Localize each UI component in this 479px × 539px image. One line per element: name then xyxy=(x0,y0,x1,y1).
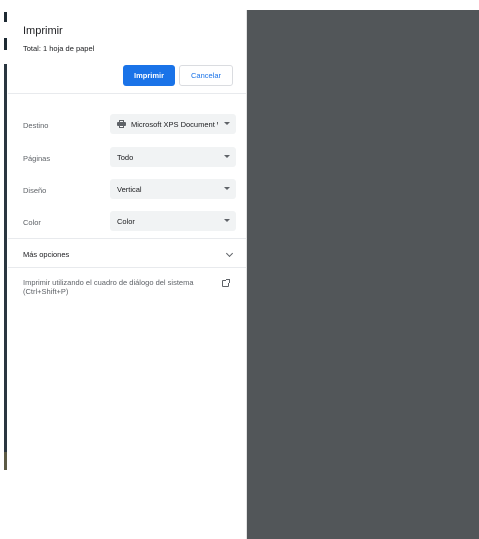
background-edge-mark xyxy=(4,64,7,452)
print-dialog-window: Imprimir Total: 1 hoja de papel Imprimir… xyxy=(0,0,479,539)
destination-label: Destino xyxy=(23,121,49,130)
divider xyxy=(8,93,246,94)
pages-label: Páginas xyxy=(23,154,51,163)
caret-down-icon xyxy=(224,219,230,222)
print-preview-area xyxy=(247,10,479,539)
system-dialog-link[interactable]: Imprimir utilizando el cuadro de diálogo… xyxy=(8,276,246,306)
divider xyxy=(8,267,246,268)
divider xyxy=(8,238,246,239)
more-options-toggle[interactable]: Más opciones xyxy=(8,247,246,263)
color-label: Color xyxy=(23,218,41,227)
chevron-down-icon xyxy=(225,249,234,258)
dialog-title: Imprimir xyxy=(23,25,63,37)
print-button[interactable]: Imprimir xyxy=(123,65,175,86)
background-edge-mark xyxy=(4,38,7,50)
more-options-label: Más opciones xyxy=(23,250,70,259)
color-select[interactable]: Color xyxy=(110,211,236,231)
layout-label: Diseño xyxy=(23,186,47,195)
layout-select[interactable]: Vertical xyxy=(110,179,236,199)
destination-value: Microsoft XPS Document Writer xyxy=(131,119,218,129)
print-settings-panel: Imprimir Total: 1 hoja de papel Imprimir… xyxy=(8,10,247,539)
layout-value: Vertical xyxy=(117,184,142,194)
caret-down-icon xyxy=(224,155,230,158)
sheet-count: Total: 1 hoja de papel xyxy=(23,44,95,53)
destination-select[interactable]: Microsoft XPS Document Writer xyxy=(110,114,236,134)
cancel-button[interactable]: Cancelar xyxy=(179,65,233,86)
color-value: Color xyxy=(117,216,135,226)
system-dialog-label: Imprimir utilizando el cuadro de diálogo… xyxy=(23,278,194,296)
open-in-new-icon xyxy=(222,279,230,287)
pages-select[interactable]: Todo xyxy=(110,147,236,167)
pages-value: Todo xyxy=(117,152,134,162)
background-edge-mark xyxy=(4,12,7,22)
caret-down-icon xyxy=(224,122,230,125)
background-edge-mark xyxy=(4,452,7,470)
background-edge xyxy=(0,0,8,539)
printer-icon xyxy=(117,120,126,128)
caret-down-icon xyxy=(224,187,230,190)
